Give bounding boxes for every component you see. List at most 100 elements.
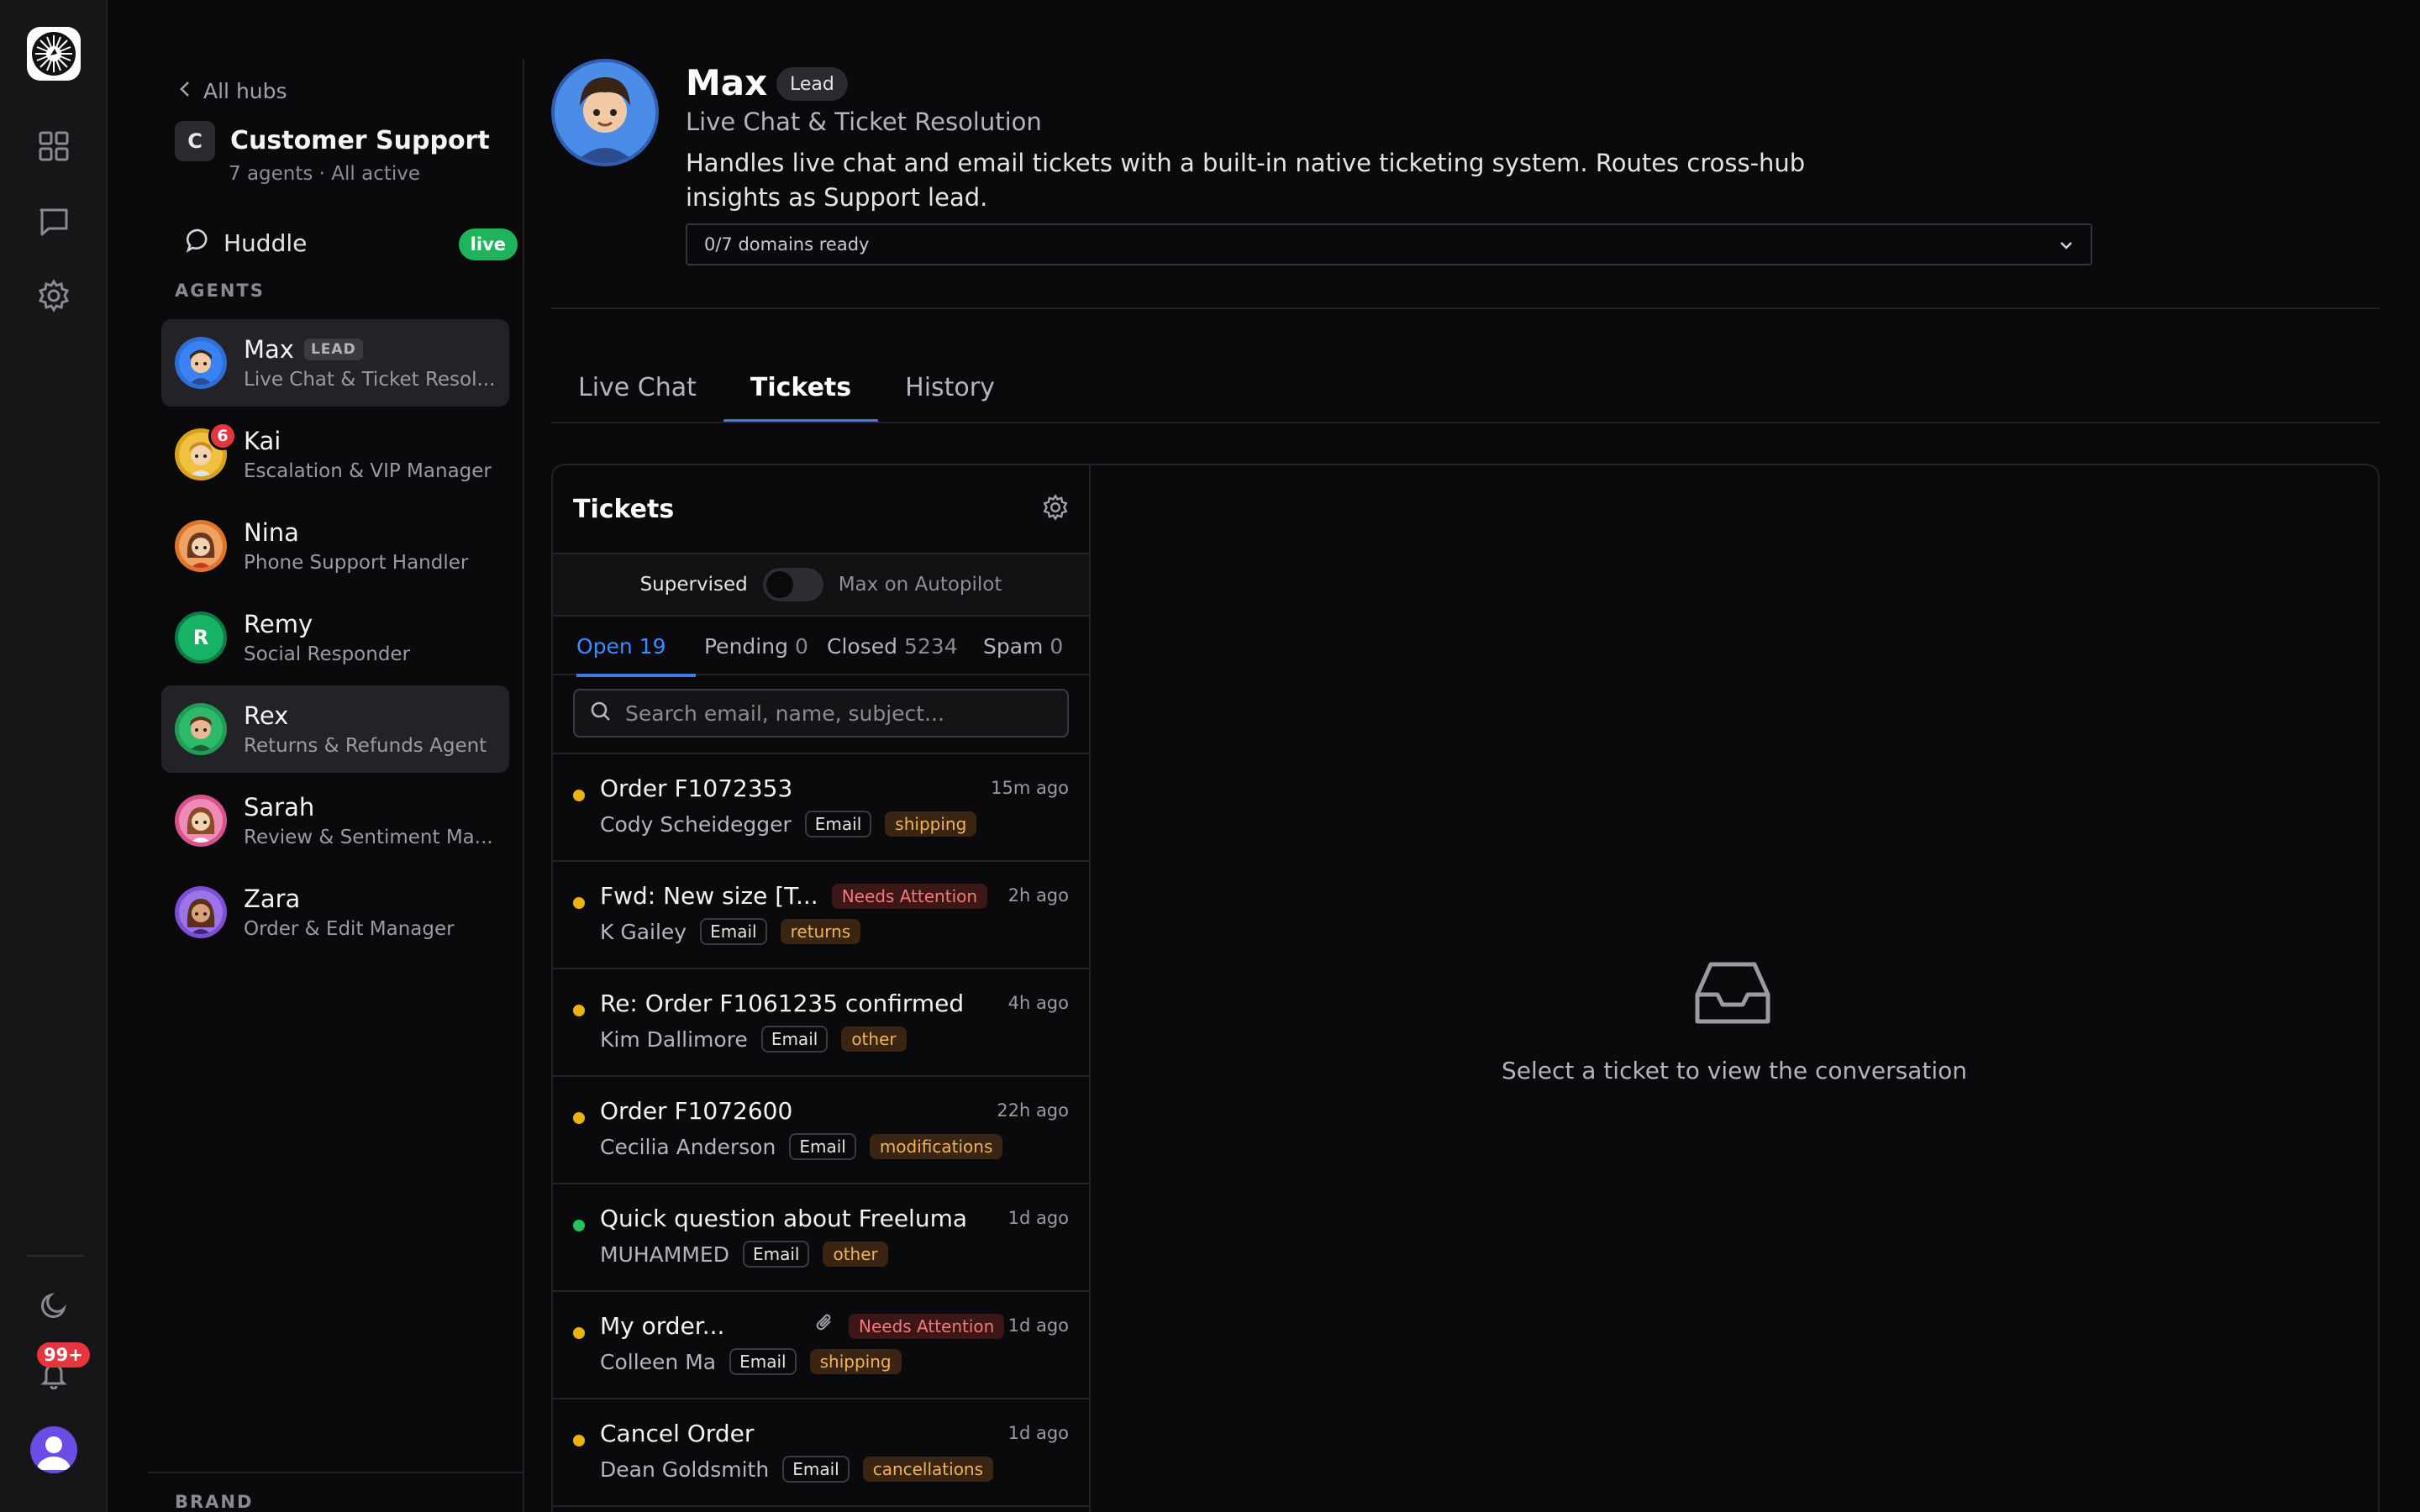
- brand-divider: [148, 1472, 523, 1473]
- brand-heading: BRAND: [175, 1492, 254, 1512]
- tab-history[interactable]: History: [878, 353, 1022, 422]
- ticket-customer: Colleen Ma: [600, 1349, 717, 1374]
- agent-name: Zara: [244, 885, 301, 913]
- ticket-row[interactable]: Quick question about Freeluma 1d ago MUH…: [553, 1184, 1089, 1292]
- autopilot-label: Max on Autopilot: [838, 574, 1002, 596]
- status-tabs: Open 19 Pending 0 Closed 5234 Spam 0: [553, 617, 1089, 677]
- category-tag: shipping: [885, 811, 977, 837]
- status-tab-open[interactable]: Open 19: [576, 617, 696, 677]
- gear-icon[interactable]: [34, 276, 74, 316]
- ticket-row[interactable]: Order F1072600 22h ago Cecilia Anderson …: [553, 1077, 1089, 1184]
- agent-initial: R: [192, 626, 209, 649]
- search-icon: [590, 701, 612, 726]
- inbox-icon: [1694, 961, 1771, 1030]
- channel-chip: Email: [742, 1241, 810, 1268]
- tab-tickets[interactable]: Tickets: [723, 353, 879, 423]
- agent-avatar: 6: [175, 422, 237, 480]
- hub-title: Customer Support: [230, 126, 490, 155]
- agent-list: Max LEAD Live Chat & Ticket Resol... 6 K…: [161, 319, 509, 960]
- status-dot: [573, 1005, 585, 1016]
- channel-chip: Email: [760, 1026, 829, 1053]
- status-tab-count: 5234: [903, 633, 958, 659]
- header-divider: [551, 307, 2380, 309]
- rail-divider: [27, 1255, 84, 1257]
- ticket-customer: Kim Dallimore: [600, 1026, 748, 1052]
- chevron-left-icon: [178, 79, 192, 103]
- tickets-title: Tickets: [573, 494, 675, 524]
- profile-name: Max: [686, 62, 768, 103]
- tab-live-chat[interactable]: Live Chat: [551, 353, 723, 422]
- status-tab-spam[interactable]: Spam 0: [983, 617, 1063, 675]
- ticket-subject: Fwd: New size [T...: [600, 882, 818, 910]
- agent-item-sarah[interactable]: Sarah Review & Sentiment Ma...: [161, 777, 509, 864]
- channel-chip: Email: [789, 1133, 856, 1160]
- back-to-hubs-link[interactable]: All hubs: [178, 79, 287, 103]
- ticket-row[interactable]: Re: Order F1061235 confirmed 4h ago Kim …: [553, 969, 1089, 1077]
- agent-role: Phone Support Handler: [244, 552, 469, 574]
- channel-chip: Email: [729, 1348, 797, 1375]
- agent-name: Rex: [244, 701, 289, 730]
- tickets-panel: Tickets Supervised Max on Autopilot Open…: [551, 464, 2380, 1512]
- ticket-time: 4h ago: [1007, 993, 1069, 1013]
- paperclip-icon: [815, 1312, 835, 1340]
- status-dot: [573, 897, 585, 909]
- agent-avatar: [175, 795, 227, 847]
- profile-lead-badge: Lead: [776, 67, 848, 101]
- grid-icon[interactable]: [34, 126, 74, 166]
- category-tag: other: [823, 1242, 888, 1267]
- gear-icon[interactable]: [1042, 494, 1069, 524]
- attention-badge: Needs Attention: [849, 1313, 1005, 1339]
- ticket-customer: MUHAMMED: [600, 1242, 729, 1267]
- agent-item-nina[interactable]: Nina Phone Support Handler: [161, 502, 509, 590]
- status-dot: [573, 790, 585, 801]
- huddle-link[interactable]: Huddle live: [185, 223, 518, 262]
- agent-name: Sarah: [244, 793, 315, 822]
- autopilot-toggle[interactable]: [762, 568, 823, 601]
- ticket-subject: Order F1072600: [600, 1097, 793, 1125]
- chat-icon[interactable]: [34, 202, 74, 242]
- agent-name: Max: [244, 335, 294, 364]
- ticket-time: 15m ago: [991, 778, 1069, 798]
- agent-item-max[interactable]: Max LEAD Live Chat & Ticket Resol...: [161, 319, 509, 407]
- category-tag: cancellations: [862, 1457, 994, 1482]
- status-dot: [573, 1112, 585, 1124]
- status-tab-count: 0: [794, 633, 808, 659]
- status-tab-pending[interactable]: Pending 0: [704, 617, 808, 675]
- user-icon: [37, 1436, 71, 1470]
- status-tab-closed[interactable]: Closed 5234: [827, 617, 958, 675]
- ticket-time: 2h ago: [1007, 885, 1069, 906]
- logo-icon[interactable]: [27, 27, 81, 81]
- agent-name: Remy: [244, 610, 313, 638]
- ticket-row[interactable]: Fwd: New size [T... Needs Attention 2h a…: [553, 862, 1089, 969]
- agent-role: Review & Sentiment Ma...: [244, 827, 493, 848]
- moon-icon[interactable]: [34, 1285, 74, 1326]
- hub-sidebar: All hubs C Customer Support 7 agents · A…: [148, 59, 524, 1512]
- domains-dropdown[interactable]: 0/7 domains ready: [686, 223, 2092, 265]
- status-tab-label: Open: [576, 633, 633, 659]
- live-badge: live: [458, 228, 518, 260]
- agent-item-rex[interactable]: Rex Returns & Refunds Agent: [161, 685, 509, 773]
- agent-tabs: Live Chat Tickets History: [551, 353, 1022, 423]
- category-tag: returns: [780, 919, 861, 944]
- agent-item-zara[interactable]: Zara Order & Edit Manager: [161, 869, 509, 956]
- user-avatar[interactable]: [30, 1426, 77, 1473]
- ticket-search: [573, 689, 1069, 738]
- ticket-list: Order F1072353 15m ago Cody Scheidegger …: [553, 754, 1089, 1507]
- agent-item-kai[interactable]: 6 Kai Escalation & VIP Manager: [161, 411, 509, 498]
- agents-heading: AGENTS: [175, 281, 265, 301]
- conversation-empty-state: Select a ticket to view the conversation: [1091, 465, 2378, 1512]
- ticket-row[interactable]: Cancel Order 1d ago Dean Goldsmith Email…: [553, 1399, 1089, 1507]
- channel-chip: Email: [782, 1456, 850, 1483]
- search-wrap: [553, 675, 1089, 754]
- ticket-row[interactable]: Order F1072353 15m ago Cody Scheidegger …: [553, 754, 1089, 862]
- agent-role: Returns & Refunds Agent: [244, 735, 487, 757]
- agent-item-remy[interactable]: R Remy Social Responder: [161, 594, 509, 681]
- ticket-time: 1d ago: [1007, 1315, 1069, 1336]
- status-dot: [573, 1327, 585, 1339]
- ticket-time: 1d ago: [1007, 1423, 1069, 1443]
- agent-avatar: [175, 337, 227, 389]
- ticket-row[interactable]: My order... Needs Attention 1d ago Colle…: [553, 1292, 1089, 1399]
- channel-chip: Email: [700, 918, 767, 945]
- search-input[interactable]: [625, 701, 1045, 726]
- tabs-divider: [551, 422, 2380, 423]
